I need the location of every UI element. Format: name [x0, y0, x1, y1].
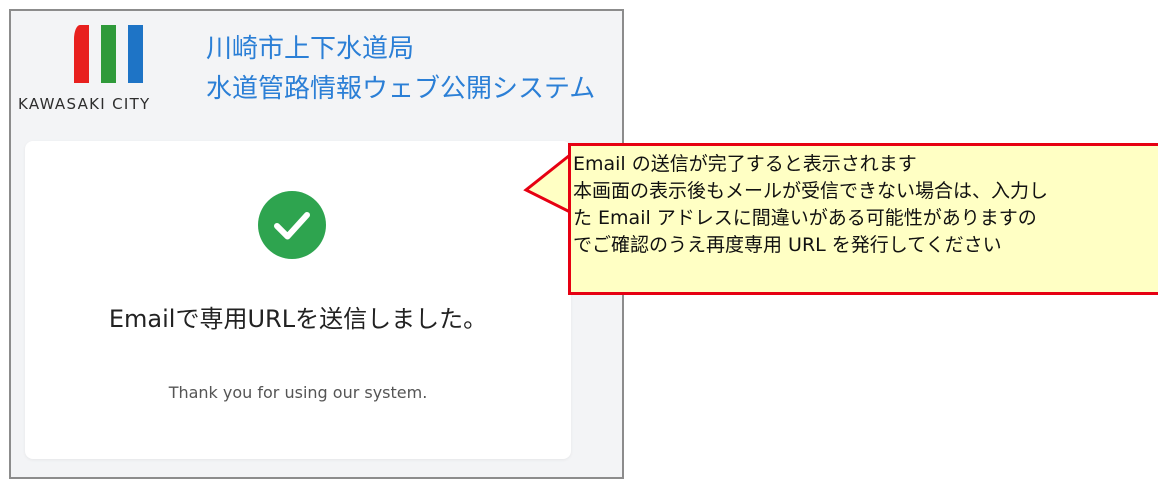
callout-line-3: た Email アドレスに間違いがある可能性がありますの — [573, 207, 1037, 229]
callout-pointer — [523, 151, 572, 215]
site-title: 川崎市上下水道局 水道管路情報ウェブ公開システム — [206, 29, 595, 109]
annotation-callout: Email の送信が完了すると表示されます 本画面の表示後もメールが受信できない… — [568, 143, 1158, 295]
site-title-line2: 水道管路情報ウェブ公開システム — [206, 74, 596, 104]
check-circle-icon — [258, 191, 326, 259]
confirmation-heading: Emailで専用URLを送信しました。 — [108, 305, 488, 333]
callout-line-4: でご確認のうえ再度専用 URL を発行してください — [573, 234, 1002, 256]
logo-text: KAWASAKI CITY — [18, 95, 151, 113]
logo-mark — [74, 23, 154, 83]
site-title-line1: 川崎市上下水道局 — [206, 34, 415, 64]
logo-bar-green — [101, 25, 116, 83]
logo-bar-blue — [128, 25, 143, 83]
confirmation-card: Emailで専用URLを送信しました。 Thank you for using … — [25, 141, 571, 459]
site-header: KAWASAKI CITY 川崎市上下水道局 水道管路情報ウェブ公開システム — [11, 11, 622, 121]
logo-bar-red — [74, 25, 89, 83]
confirmation-subtext: Thank you for using our system. — [168, 383, 428, 402]
callout-line-1: Email の送信が完了すると表示されます — [573, 153, 917, 175]
callout-line-2: 本画面の表示後もメールが受信できない場合は、入力し — [573, 180, 1049, 202]
screenshot-panel: KAWASAKI CITY 川崎市上下水道局 水道管路情報ウェブ公開システム E… — [9, 9, 624, 479]
kawasaki-city-logo[interactable]: KAWASAKI CITY — [18, 23, 168, 113]
